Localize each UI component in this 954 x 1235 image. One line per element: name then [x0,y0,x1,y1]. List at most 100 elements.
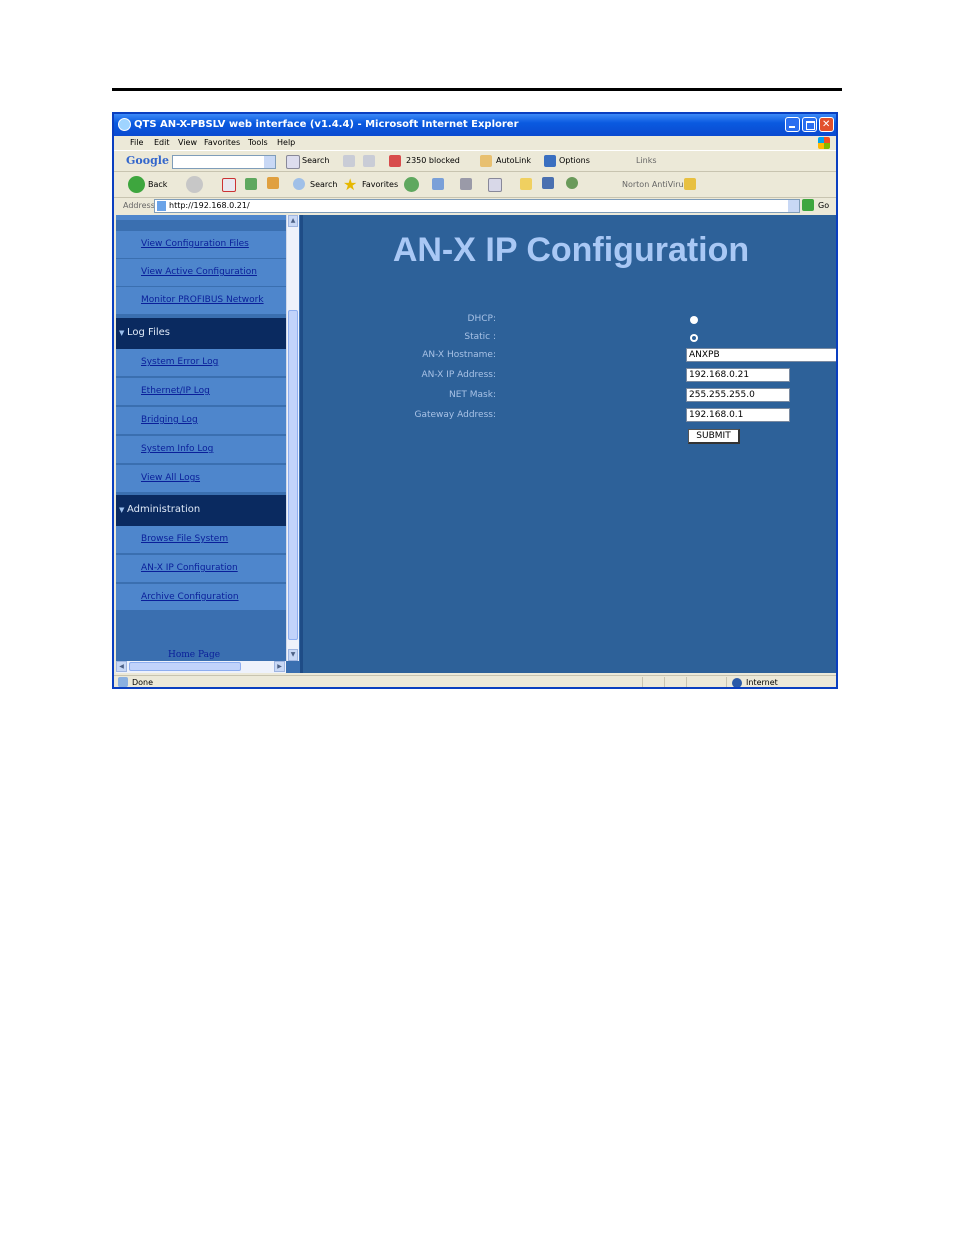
standard-toolbar: Back Search ★ Favorites Norton AntiVirus [114,172,836,198]
triangle-down-icon: ▼ [119,506,125,514]
sidebar-item-view-active-configuration[interactable]: View Active Configuration [116,259,286,287]
scroll-right-icon[interactable]: ▶ [274,661,285,672]
research-icon[interactable] [542,177,554,189]
sidebar-item-ethernet-ip-log[interactable]: Ethernet/IP Log [116,378,286,406]
stop-icon[interactable] [222,178,236,192]
gateway-address-label: Gateway Address: [414,410,497,420]
google-search-input[interactable] [172,155,276,169]
close-button[interactable] [819,114,834,136]
go-button[interactable]: Go [818,198,829,214]
windows-logo-icon [818,137,830,149]
title-bar[interactable]: QTS AN-X-PBSLV web interface (v1.4.4) - … [114,114,836,136]
messenger-icon[interactable] [566,177,578,189]
window-title: QTS AN-X-PBSLV web interface (v1.4.4) - … [134,119,519,130]
gateway-address-input[interactable]: 192.168.0.1 [686,408,790,422]
google-toolbar: Google Search 2350 blocked AutoLink Opti… [114,150,836,172]
chevron-down-icon[interactable] [264,156,275,168]
nav-vertical-scrollbar[interactable]: ▲ ▼ [286,215,299,661]
sidebar-item-anx-ip-configuration[interactable]: AN-X IP Configuration [116,555,286,583]
refresh-icon[interactable] [245,178,257,190]
search-button[interactable]: Search [310,180,337,189]
globe-icon [732,678,742,687]
home-page-link[interactable]: Home Page [168,650,220,660]
autolink-button[interactable]: AutoLink [496,156,531,165]
maximize-button[interactable] [802,117,817,132]
print-icon[interactable] [460,178,472,190]
edit-icon[interactable] [488,178,502,192]
sidebar-item-cut-off[interactable] [116,215,286,221]
menu-help[interactable]: Help [277,136,295,150]
forward-arrow-icon[interactable] [186,176,203,193]
ip-address-label: AN-X IP Address: [421,370,496,380]
menu-view[interactable]: View [178,136,197,150]
address-input[interactable]: http://192.168.0.21/ [154,199,800,213]
norton-antivirus-label[interactable]: Norton AntiVirus [622,180,688,189]
favorites-button[interactable]: Favorites [362,180,398,189]
history-icon[interactable] [404,177,419,192]
status-divider [642,677,643,687]
sidebar-footer: Home Page [116,610,286,663]
hostname-label: AN-X Hostname: [422,350,496,360]
popup-blocker-icon[interactable] [389,155,401,167]
dhcp-radio[interactable] [690,316,698,324]
scroll-up-icon[interactable]: ▲ [288,215,298,227]
page-top-rule [112,88,842,91]
search-icon[interactable] [293,178,305,190]
browser-viewport: View Configuration Files View Active Con… [116,215,836,673]
discuss-icon[interactable] [520,178,532,190]
sidebar-item-view-configuration-files[interactable]: View Configuration Files [116,231,286,259]
sidebar-section-administration[interactable]: ▼ Administration [116,495,286,526]
go-arrow-icon[interactable] [802,199,814,211]
browser-window: QTS AN-X-PBSLV web interface (v1.4.4) - … [112,112,838,689]
scroll-thumb[interactable] [288,310,298,640]
options-icon[interactable] [544,155,556,167]
sidebar-section-log-files[interactable]: ▼ Log Files [116,318,286,349]
favorites-star-icon[interactable]: ★ [343,175,357,194]
net-mask-label: NET Mask: [449,390,496,400]
google-logo[interactable]: Google [126,154,169,167]
page-title: AN-X IP Configuration [392,231,750,269]
chevron-down-icon[interactable] [788,200,799,212]
sidebar-item-bridging-log[interactable]: Bridging Log [116,407,286,435]
menu-favorites[interactable]: Favorites [204,136,240,150]
sidebar-item-archive-configuration[interactable]: Archive Configuration [116,584,286,612]
submit-button[interactable]: SUBMIT [688,429,740,444]
mail-icon[interactable] [432,178,444,190]
status-divider [686,677,687,687]
puzzle-icon[interactable] [363,155,375,167]
sidebar-item-system-info-log[interactable]: System Info Log [116,436,286,464]
popup-blocked-count[interactable]: 2350 blocked [406,156,460,165]
google-search-icon[interactable] [286,155,300,169]
autolink-icon[interactable] [480,155,492,167]
back-arrow-icon[interactable] [128,176,145,193]
scroll-left-icon[interactable]: ◀ [116,661,127,672]
hostname-input[interactable]: ANXPB [686,348,836,362]
address-label: Address [123,201,155,210]
dhcp-label: DHCP: [467,314,496,324]
back-button[interactable]: Back [148,180,167,189]
sidebar-item-monitor-profibus-network[interactable]: Monitor PROFIBUS Network [116,287,286,315]
menu-tools[interactable]: Tools [248,136,268,150]
scroll-down-icon[interactable]: ▼ [288,649,298,661]
ip-address-input[interactable]: 192.168.0.21 [686,368,790,382]
nav-horizontal-scrollbar[interactable]: ◀ ▶ [116,661,286,673]
address-bar: Address http://192.168.0.21/ Go [114,198,836,214]
static-label: Static : [464,332,496,342]
menu-file[interactable]: File [130,136,143,150]
links-label[interactable]: Links [636,156,657,165]
scroll-thumb[interactable] [129,662,241,671]
options-button[interactable]: Options [559,156,590,165]
static-radio[interactable] [690,334,698,342]
menu-edit[interactable]: Edit [154,136,170,150]
menu-bar: File Edit View Favorites Tools Help [114,136,836,150]
sidebar-item-system-error-log[interactable]: System Error Log [116,349,286,377]
sidebar-item-browse-file-system[interactable]: Browse File System [116,526,286,554]
norton-icon[interactable] [684,178,696,190]
news-icon[interactable] [343,155,355,167]
net-mask-input[interactable]: 255.255.255.0 [686,388,790,402]
home-icon[interactable] [267,177,279,189]
google-search-button[interactable]: Search [302,156,329,165]
status-bar: Done Internet [114,675,836,687]
sidebar-item-view-all-logs[interactable]: View All Logs [116,465,286,493]
minimize-button[interactable] [785,117,800,132]
